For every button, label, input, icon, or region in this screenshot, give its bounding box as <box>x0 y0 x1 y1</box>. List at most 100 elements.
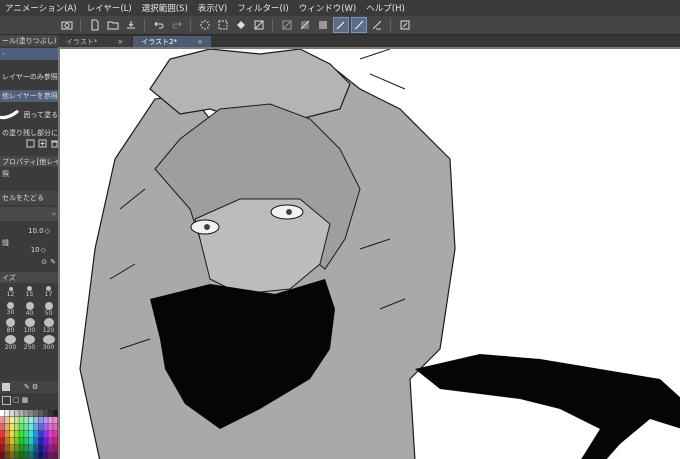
color-swatch[interactable] <box>48 445 53 452</box>
color-swatch[interactable] <box>38 445 43 452</box>
color-swatch[interactable] <box>24 445 29 452</box>
color-swatch[interactable] <box>0 410 5 417</box>
color-swatch[interactable] <box>14 417 19 424</box>
color-swatch[interactable] <box>48 438 53 445</box>
new-document-icon[interactable] <box>88 18 102 32</box>
brush-size-200[interactable]: 200 <box>2 335 19 351</box>
color-swatch[interactable] <box>24 431 29 438</box>
color-swatch[interactable] <box>29 438 34 445</box>
wrench-icon[interactable]: ✎ <box>50 258 56 266</box>
color-swatch[interactable] <box>29 410 34 417</box>
save-icon[interactable] <box>124 18 138 32</box>
camera-icon[interactable] <box>60 18 74 32</box>
brush-size-80[interactable]: 80 <box>2 318 19 334</box>
transform-icon[interactable] <box>252 18 266 32</box>
brush-size-15[interactable]: 15 <box>21 284 38 300</box>
mode-ref-layer[interactable]: レイヤーのみ参照 <box>0 71 60 83</box>
brush-size-50[interactable]: 50 <box>40 301 57 317</box>
color-swatch[interactable] <box>48 431 53 438</box>
color-swatch[interactable] <box>0 424 5 431</box>
color-swatch[interactable] <box>38 424 43 431</box>
mask-tool-icon[interactable] <box>298 18 312 32</box>
color-swatch[interactable] <box>43 410 48 417</box>
color-swatch[interactable] <box>19 410 24 417</box>
color-swatch[interactable] <box>33 424 39 431</box>
menu-filter[interactable]: フィルター(I) <box>232 2 293 14</box>
brush-size-40[interactable]: 40 <box>21 301 38 317</box>
color-swatch[interactable] <box>19 445 24 452</box>
menu-layer[interactable]: レイヤー(L) <box>82 2 137 14</box>
color-swatch[interactable] <box>48 410 53 417</box>
fill-icon[interactable] <box>234 18 248 32</box>
color-swatch[interactable] <box>38 410 43 417</box>
color-swatch[interactable] <box>43 417 48 424</box>
color-swatch[interactable] <box>24 438 29 445</box>
value-field-2[interactable]: 10 ◇ <box>0 244 58 255</box>
color-swatch[interactable] <box>29 445 34 452</box>
pen-tool-icon[interactable] <box>333 17 349 33</box>
color-swatch[interactable] <box>19 417 24 424</box>
color-swatch[interactable] <box>38 438 43 445</box>
settings-icon[interactable]: ⚙ <box>32 383 38 391</box>
color-swatch[interactable] <box>33 438 39 445</box>
color-swatch[interactable] <box>9 438 14 445</box>
color-swatch[interactable] <box>24 452 29 459</box>
close-icon[interactable]: × <box>117 38 123 46</box>
close-icon[interactable]: × <box>197 38 203 46</box>
color-swatch[interactable] <box>43 424 48 431</box>
color-swatch[interactable] <box>29 431 34 438</box>
deselect-icon[interactable] <box>216 18 230 32</box>
brush-size-17[interactable]: 17 <box>40 284 57 300</box>
color-tab-icon[interactable]: ▦ <box>22 396 29 404</box>
color-swatch[interactable] <box>14 438 19 445</box>
value-field-1[interactable]: 10.0 ◇ <box>0 225 58 236</box>
follow-pixels-row[interactable]: セルをたどる <box>0 191 60 205</box>
color-swatch[interactable] <box>9 424 14 431</box>
color-swatch[interactable] <box>0 431 5 438</box>
color-swatch[interactable] <box>43 452 48 459</box>
color-swatch[interactable] <box>14 424 19 431</box>
color-swatch[interactable] <box>14 445 19 452</box>
reset-icon[interactable]: ⊙ <box>41 258 47 266</box>
color-swatch[interactable] <box>43 438 48 445</box>
color-swatch[interactable] <box>4 452 10 459</box>
color-swatch[interactable] <box>29 417 34 424</box>
color-swatch[interactable] <box>9 445 14 452</box>
selection-tool-icon[interactable] <box>280 18 294 32</box>
color-swatch[interactable] <box>53 438 58 445</box>
menu-selection[interactable]: 選択範囲(S) <box>137 2 193 14</box>
color-swatch[interactable] <box>48 424 53 431</box>
color-swatch[interactable] <box>33 410 39 417</box>
color-swatch[interactable] <box>9 431 14 438</box>
color-swatch[interactable] <box>9 452 14 459</box>
color-swatch[interactable] <box>19 431 24 438</box>
color-swatch[interactable] <box>53 417 58 424</box>
color-swatch[interactable] <box>24 417 29 424</box>
color-swatch[interactable] <box>48 417 53 424</box>
color-swatch[interactable] <box>33 417 39 424</box>
menu-animation[interactable]: アニメーション(A) <box>0 2 82 14</box>
menu-help[interactable]: ヘルプ(H) <box>361 2 410 14</box>
undo-icon[interactable] <box>152 18 166 32</box>
color-swatch[interactable] <box>14 452 19 459</box>
setting-slider[interactable]: » <box>0 207 60 221</box>
sticky-note-icon[interactable] <box>398 18 412 32</box>
brush-size-250[interactable]: 250 <box>21 335 38 351</box>
open-file-icon[interactable] <box>106 18 120 32</box>
color-swatch[interactable] <box>4 438 10 445</box>
redo-icon[interactable] <box>170 18 184 32</box>
color-swatch[interactable] <box>38 417 43 424</box>
menu-view[interactable]: 表示(V) <box>193 2 232 14</box>
color-swatch[interactable] <box>24 410 29 417</box>
brush-tool-icon[interactable] <box>351 17 367 33</box>
color-swatch[interactable] <box>53 445 58 452</box>
color-swatch[interactable] <box>29 424 34 431</box>
brush-size-30[interactable]: 30 <box>2 301 19 317</box>
color-swatch[interactable] <box>4 445 10 452</box>
add-icon[interactable] <box>38 139 47 149</box>
brush-size-12[interactable]: 12 <box>2 284 19 300</box>
brush-size-100[interactable]: 100 <box>21 318 38 334</box>
canvas-area[interactable] <box>58 47 680 459</box>
color-swatch[interactable] <box>29 452 34 459</box>
color-swatch[interactable] <box>4 431 10 438</box>
